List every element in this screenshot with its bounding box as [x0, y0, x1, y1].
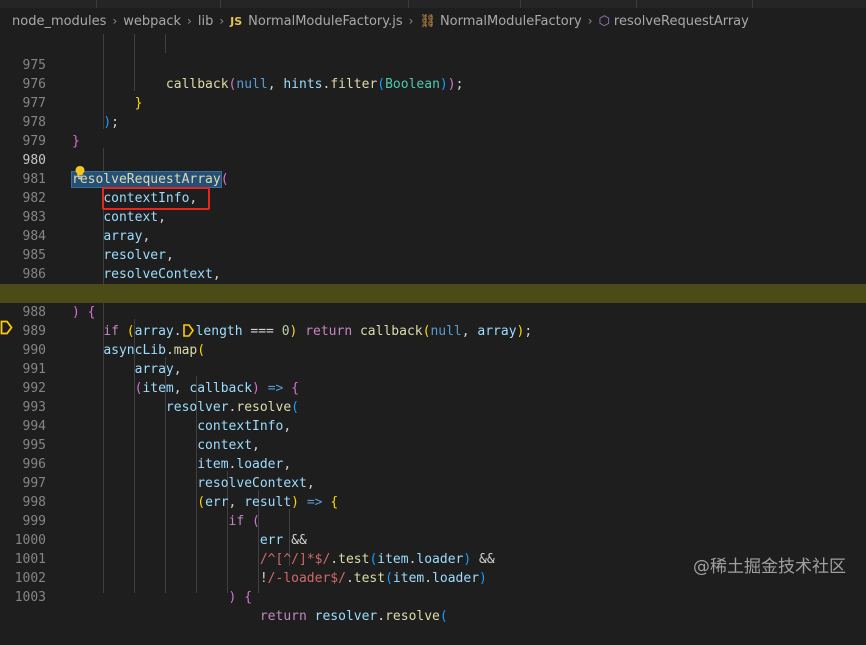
code-text: return resolver.resolve(	[259, 609, 448, 624]
lightbulb-icon[interactable]	[74, 165, 86, 180]
code-line: 979	[0, 113, 866, 149]
code-line: 994 context,	[0, 398, 866, 453]
watermark: @稀土掘金技术社区	[693, 557, 846, 577]
breadcrumb-item-webpack[interactable]: webpack	[123, 14, 181, 29]
code-line: 984 resolver,	[0, 208, 866, 263]
breadcrumb-item-node-modules[interactable]: node_modules	[12, 14, 106, 29]
code-line: 998 if (	[0, 474, 866, 529]
code-line: 995 item.loader,	[0, 417, 866, 472]
debug-paused-breakpoint-icon[interactable]	[0, 320, 13, 335]
line-number: 1003	[14, 590, 46, 605]
breadcrumb-item-class[interactable]: NormalModuleFactory	[440, 14, 582, 29]
chevron-right-icon: ›	[408, 14, 414, 28]
breadcrumb-item-method[interactable]: resolveRequestArray	[614, 14, 749, 29]
code-line-paused: 988 if (array. length === 0) return callb…	[0, 284, 866, 339]
breadcrumb: node_modules › webpack › lib › JS Normal…	[0, 8, 866, 34]
code-line: 992 resolver.resolve(	[0, 360, 866, 415]
code-line: 1001 !/-loader$/.test(item.loader)	[0, 531, 866, 586]
code-line: 976 }	[0, 56, 866, 111]
code-line: 981 contextInfo,	[0, 151, 866, 206]
code-text: ) {	[228, 590, 253, 605]
code-line: 985 resolveContext,	[0, 227, 866, 282]
code-line: 991 (item, callback) => {	[0, 341, 866, 396]
code-line: 1000 /^[^/]*$/.test(item.loader) &&	[0, 512, 866, 567]
breadcrumb-item-file[interactable]: NormalModuleFactory.js	[248, 14, 402, 29]
javascript-file-icon: JS	[230, 14, 243, 28]
code-line: 999 err &&	[0, 493, 866, 548]
code-line: 977 );	[0, 75, 866, 130]
code-line: 987 ) {	[0, 265, 866, 320]
code-editor[interactable]: 975 callback(null, hints.filter(Boolean)…	[0, 34, 866, 624]
code-line: 990 array,	[0, 322, 866, 377]
code-line: 980 resolveRequestArray(	[0, 132, 866, 188]
code-line: 996 resolveContext,	[0, 436, 866, 491]
chevron-right-icon: ›	[187, 14, 192, 28]
code-line: 997 (err, result) => {	[0, 455, 866, 510]
chevron-right-icon: ›	[112, 14, 118, 28]
class-symbol-icon: ⛓	[419, 13, 436, 29]
annotation-highlight-box	[102, 187, 210, 210]
chevron-right-icon: ›	[587, 14, 593, 28]
chevron-right-icon: ›	[219, 14, 225, 28]
breadcrumb-item-lib[interactable]: lib	[198, 14, 213, 29]
code-line: 989 asyncLib.map(	[0, 303, 866, 358]
code-line: 986 callback	[0, 246, 866, 301]
code-line: 993 contextInfo,	[0, 379, 866, 434]
code-line: 975 callback(null, hints.filter(Boolean)…	[0, 37, 866, 92]
code-line: 978 }	[0, 94, 866, 149]
method-symbol-icon: ⬡	[598, 13, 610, 29]
